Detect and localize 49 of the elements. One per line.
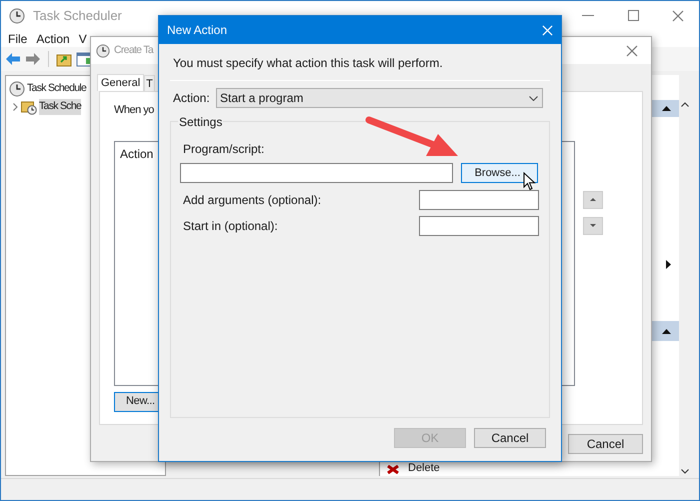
menu-item[interactable]: Action [36,30,70,48]
down-arrow-icon [590,224,596,227]
description-text: When yo [114,103,154,118]
folder-up-icon[interactable] [56,52,72,66]
clock-icon [96,44,110,58]
scroll-down-icon[interactable] [681,469,689,474]
tree-item[interactable]: Task Sche [39,99,82,115]
cancel-button[interactable]: Cancel [474,428,546,448]
clock-icon [9,8,25,24]
program-input-field[interactable] [180,163,453,183]
menu-item[interactable]: V [78,30,87,48]
move-up-button[interactable] [583,190,603,208]
folder-clock-icon [21,99,37,115]
forward-arrow-icon[interactable] [25,52,41,66]
tab[interactable]: T [144,75,155,91]
back-arrow-icon[interactable] [5,52,21,66]
column-header: Action [120,146,154,160]
field-label: Program/script: [183,141,266,158]
collapse-icon[interactable] [662,328,671,334]
action-label: Action: [173,90,211,107]
delete-icon [386,465,400,474]
up-arrow-icon [590,198,596,201]
move-down-button[interactable] [583,216,603,234]
window-title: Task Scheduler [33,6,122,25]
tab[interactable]: General [97,74,144,91]
dropdown-value: Start a program [220,90,304,107]
arguments-input-field[interactable] [419,190,539,210]
start-in-input-field[interactable] [419,216,539,236]
tree-item[interactable]: Task Schedule [27,81,86,97]
scroll-up-icon[interactable] [681,102,689,107]
collapse-icon[interactable] [662,106,671,111]
maximize-icon[interactable] [628,10,639,21]
action-dropdown[interactable]: Start a program [216,88,543,108]
window-title: New Action [167,22,228,39]
close-icon[interactable] [672,10,684,22]
delete-item[interactable]: Delete [408,462,440,474]
chevron-down-icon [529,96,538,100]
field-label: Start in (optional): [183,218,278,235]
cursor-icon [523,172,536,191]
cancel-button[interactable]: Cancel [568,434,643,454]
close-icon[interactable] [626,44,638,56]
clock-icon [9,81,25,97]
expand-icon[interactable] [12,103,18,111]
instruction-text: You must specify what action this task will perform. [173,55,444,72]
window-title: Create Ta [114,42,154,58]
browse-button[interactable]: Browse... [461,163,538,183]
submenu-arrow-icon[interactable] [666,260,671,269]
menu-item[interactable]: File [8,30,28,48]
field-label: Add arguments (optional): [183,192,322,209]
